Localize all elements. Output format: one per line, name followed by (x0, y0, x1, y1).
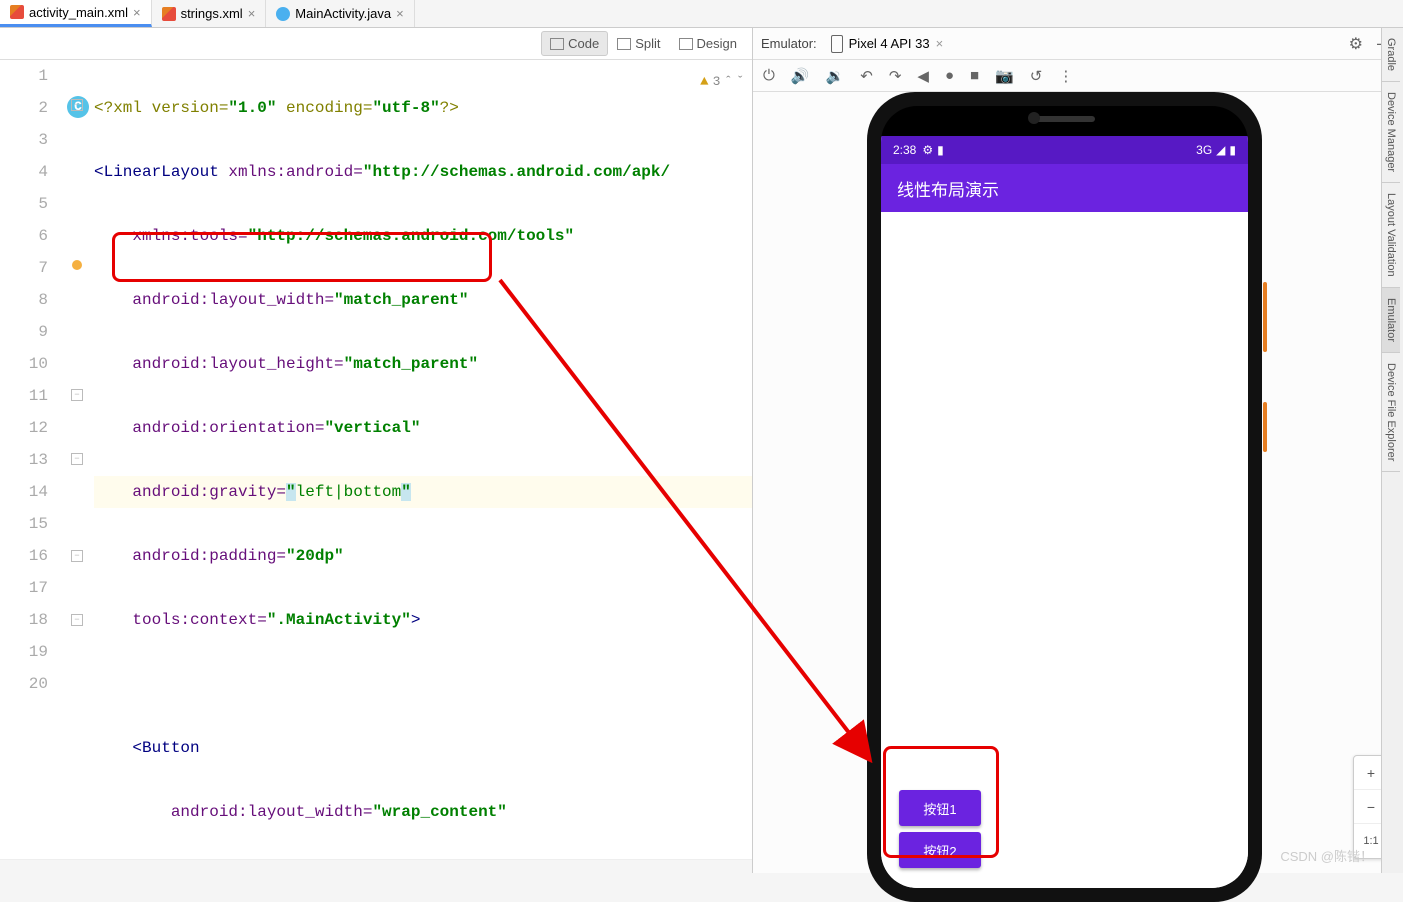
watermark: CSDN @陈锴！ (1280, 846, 1373, 865)
signal-icon: ◢ (1216, 143, 1225, 157)
gear-icon[interactable]: ⚙ (1349, 34, 1363, 54)
gutter-icons: C − − − − − (64, 60, 94, 859)
view-split-button[interactable]: Split (608, 31, 669, 56)
home-icon[interactable]: ● (945, 67, 954, 84)
button-area: 按钮1 按钮2 (899, 784, 981, 874)
network-label: 3G (1196, 143, 1212, 157)
close-icon[interactable]: × (248, 6, 256, 21)
button-2[interactable]: 按钮2 (899, 832, 981, 868)
emulator-toolbar: ⏻ 🔊 🔉 ↶ ↷ ◀ ● ■ 📷 ↺ ⋮ (753, 60, 1403, 92)
phone-icon (831, 35, 843, 53)
fold-icon[interactable]: − (71, 453, 83, 465)
code-icon (550, 38, 564, 50)
volume-button (1263, 402, 1267, 452)
rotate-left-icon[interactable]: ↶ (860, 67, 873, 85)
line-gutter: 1234567891011121314151617181920 (0, 60, 64, 859)
power-icon[interactable]: ⏻ (763, 67, 775, 84)
gear-small-icon: ⚙ (922, 143, 933, 157)
fold-icon[interactable]: − (71, 550, 83, 562)
device-screen[interactable]: 2:38 ⚙ ▮ 3G ◢ ▮ 线性布局演示 按钮1 按钮2 (881, 136, 1248, 888)
emulator-header: Emulator: Pixel 4 API 33× ⚙ — (753, 28, 1403, 60)
code-area[interactable]: <?xml version="1.0" encoding="utf-8"?> <… (94, 60, 752, 859)
screenshot-icon[interactable]: 📷 (995, 67, 1014, 85)
fold-icon[interactable]: − (71, 389, 83, 401)
intention-bulb-icon[interactable] (72, 260, 82, 270)
app-bar: 线性布局演示 (881, 164, 1248, 212)
emulator-canvas: 2:38 ⚙ ▮ 3G ◢ ▮ 线性布局演示 按钮1 按钮2 (753, 92, 1403, 873)
side-tab-layout-validation[interactable]: Layout Validation (1382, 183, 1400, 288)
battery-icon: ▮ (1229, 143, 1236, 157)
side-tool-tabs: Gradle Device Manager Layout Validation … (1381, 28, 1403, 873)
speaker (1035, 116, 1095, 122)
side-tab-file-explorer[interactable]: Device File Explorer (1382, 353, 1400, 472)
overview-icon[interactable]: ■ (970, 67, 979, 84)
design-icon (679, 38, 693, 50)
power-button (1263, 282, 1267, 352)
tab-label: activity_main.xml (29, 5, 128, 20)
tab-label: strings.xml (181, 6, 243, 21)
app-title: 线性布局演示 (897, 176, 999, 201)
tab-activity-main[interactable]: activity_main.xml × (0, 0, 152, 27)
status-time: 2:38 (893, 143, 916, 157)
fold-icon[interactable]: − (71, 99, 83, 111)
file-tabs: activity_main.xml × strings.xml × MainActi… (0, 0, 1403, 28)
view-mode-bar: Code Split Design (0, 28, 752, 60)
editor-pane: Code Split Design ▲3ˆˇ 12345678910111213… (0, 28, 753, 873)
back-icon[interactable]: ◀ (917, 67, 929, 85)
view-design-button[interactable]: Design (670, 31, 746, 56)
more-icon[interactable]: ⋮ (1058, 67, 1073, 85)
fold-icon[interactable]: − (71, 614, 83, 626)
snapshot-icon[interactable]: ↺ (1030, 67, 1043, 85)
camera (1028, 112, 1040, 124)
volume-down-icon[interactable]: 🔉 (826, 67, 845, 85)
side-tab-emulator[interactable]: Emulator (1382, 288, 1400, 353)
close-icon[interactable]: × (936, 36, 944, 51)
tab-label: MainActivity.java (295, 6, 391, 21)
emulator-pane: Emulator: Pixel 4 API 33× ⚙ — ⏻ 🔊 🔉 ↶ ↷ … (753, 28, 1403, 873)
side-tab-gradle[interactable]: Gradle (1382, 28, 1400, 82)
xml-icon (162, 7, 176, 21)
app-content: 按钮1 按钮2 (881, 212, 1248, 888)
status-bar: 2:38 ⚙ ▮ 3G ◢ ▮ (881, 136, 1248, 164)
horizontal-scrollbar[interactable] (0, 859, 752, 873)
view-code-button[interactable]: Code (541, 31, 608, 56)
button-1[interactable]: 按钮1 (899, 790, 981, 826)
volume-up-icon[interactable]: 🔊 (791, 67, 810, 85)
close-icon[interactable]: × (133, 5, 141, 20)
rotate-right-icon[interactable]: ↷ (889, 67, 902, 85)
emulator-label: Emulator: (761, 36, 817, 51)
battery-small-icon: ▮ (937, 143, 944, 157)
xml-icon (10, 5, 24, 19)
close-icon[interactable]: × (396, 6, 404, 21)
code-editor[interactable]: ▲3ˆˇ 1234567891011121314151617181920 C −… (0, 60, 752, 859)
device-frame: 2:38 ⚙ ▮ 3G ◢ ▮ 线性布局演示 按钮1 按钮2 (867, 92, 1262, 902)
java-icon (276, 7, 290, 21)
device-selector[interactable]: Pixel 4 API 33× (831, 35, 944, 53)
side-tab-device-manager[interactable]: Device Manager (1382, 82, 1400, 183)
split-icon (617, 38, 631, 50)
tab-mainactivity[interactable]: MainActivity.java × (266, 0, 414, 27)
tab-strings[interactable]: strings.xml × (152, 0, 267, 27)
